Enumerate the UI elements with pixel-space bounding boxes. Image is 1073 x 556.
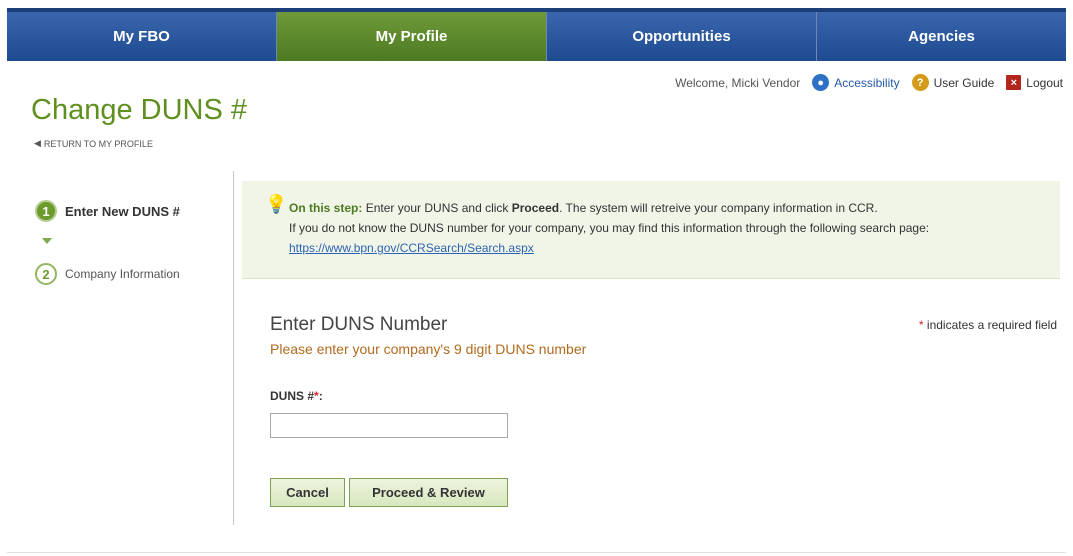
left-arrow-icon: ◀	[34, 138, 41, 148]
step-number: 2	[35, 263, 57, 285]
proceed-review-button[interactable]: Proceed & Review	[349, 478, 508, 507]
content-divider	[233, 171, 234, 525]
tab-opportunities[interactable]: Opportunities	[547, 12, 817, 61]
step-number: 1	[35, 200, 57, 222]
step-info-text: On this step: Enter your DUNS and click …	[289, 198, 1056, 258]
tab-my-profile[interactable]: My Profile	[277, 12, 547, 61]
required-field-note: * indicates a required field	[919, 318, 1057, 332]
info-lead: On this step:	[289, 201, 363, 215]
duns-label: DUNS #*:	[270, 389, 323, 403]
welcome-text: Welcome, Micki Vendor	[675, 75, 801, 90]
required-text: indicates a required field	[926, 318, 1057, 332]
help-icon: ?	[911, 74, 929, 91]
step-info-panel: 💡 On this step: Enter your DUNS and clic…	[242, 181, 1060, 279]
tab-my-fbo[interactable]: My FBO	[7, 12, 277, 61]
info-text-3: If you do not know the DUNS number for y…	[289, 221, 930, 235]
step-company-information: 2 Company Information	[35, 262, 230, 286]
lightbulb-icon: 💡	[265, 194, 288, 214]
info-text-2: . The system will retreive your company …	[559, 201, 878, 215]
logout-label: Logout	[1026, 75, 1063, 90]
return-link-label: RETURN TO MY PROFILE	[43, 138, 153, 149]
step-enter-duns: 1 Enter New DUNS #	[35, 199, 230, 223]
user-guide-link[interactable]: ? User Guide	[911, 74, 995, 91]
cancel-button[interactable]: Cancel	[270, 478, 345, 507]
required-star: *	[918, 318, 924, 332]
duns-label-colon: :	[318, 389, 323, 403]
info-proceed-word: Proceed	[511, 201, 560, 215]
info-text-1: Enter your DUNS and click	[365, 201, 509, 215]
duns-label-text: DUNS #	[270, 389, 315, 403]
close-icon: ×	[1006, 75, 1022, 90]
return-to-profile-link[interactable]: ◀ RETURN TO MY PROFILE	[34, 138, 153, 149]
step-list: 1 Enter New DUNS # 2 Company Information	[35, 199, 230, 286]
duns-input[interactable]	[270, 413, 508, 438]
step-label: Enter New DUNS #	[65, 203, 180, 219]
form-subtitle: Please enter your company's 9 digit DUNS…	[270, 341, 587, 357]
accessibility-link[interactable]: ● Accessibility	[812, 74, 900, 91]
form-heading: Enter DUNS Number	[270, 314, 448, 335]
step-label: Company Information	[65, 267, 180, 281]
ccr-search-link[interactable]: https://www.bpn.gov/CCRSearch/Search.asp…	[289, 241, 534, 255]
utility-bar: Welcome, Micki Vendor ● Accessibility ? …	[675, 74, 1063, 91]
main-nav: My FBO My Profile Opportunities Agencies	[7, 8, 1066, 61]
page-title: Change DUNS #	[31, 94, 247, 126]
accessibility-icon: ●	[812, 74, 830, 91]
tab-agencies[interactable]: Agencies	[817, 12, 1066, 61]
user-guide-label: User Guide	[933, 75, 995, 90]
accessibility-label: Accessibility	[834, 75, 900, 90]
logout-link[interactable]: × Logout	[1006, 75, 1063, 90]
down-arrow-icon	[42, 238, 52, 244]
